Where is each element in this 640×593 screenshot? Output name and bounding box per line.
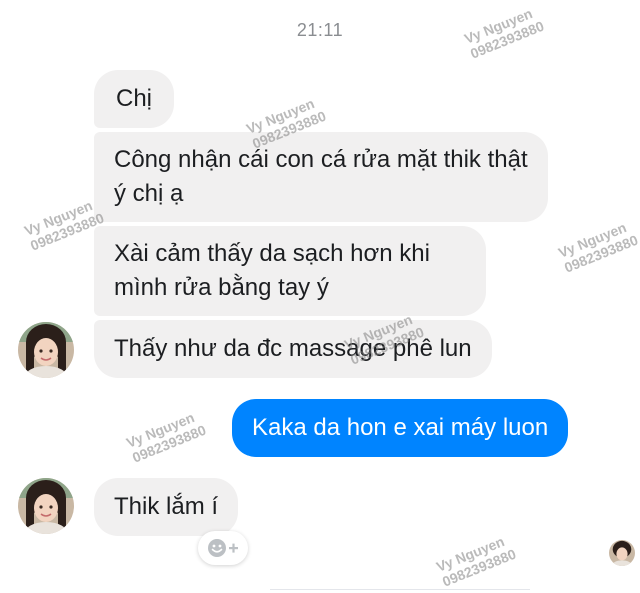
watermark: Vy Nguyen 0982393880 — [434, 533, 519, 590]
avatar-photo-icon — [609, 540, 635, 566]
message-text: Thấy như da đc massage phê lun — [114, 335, 472, 362]
seen-receipt-avatar — [609, 540, 635, 566]
incoming-message-bubble[interactable]: Thik lắm í — [94, 478, 239, 536]
outgoing-message-bubble[interactable]: Kaka da hon e xai máy luon — [232, 399, 569, 457]
message-timestamp: 21:11 — [296, 20, 344, 40]
smiley-plus-icon — [208, 539, 238, 557]
message-text: Thik lắm í — [114, 493, 219, 520]
contact-avatar[interactable] — [18, 322, 74, 378]
composer-divider — [0, 587, 640, 593]
incoming-message-bubble[interactable]: Xài cảm thấy da sạch hơn khi mình rửa bằ… — [94, 226, 486, 316]
message-text: Xài cảm thấy da sạch hơn khi mình rửa bằ… — [114, 240, 430, 301]
message-text: Công nhận cái con cá rửa mặt thik thật ý… — [114, 146, 528, 207]
message-text: Kaka da hon e xai máy luon — [252, 414, 549, 441]
avatar-photo-icon — [18, 322, 74, 378]
watermark: Vy Nguyen 0982393880 — [124, 409, 209, 466]
contact-avatar[interactable] — [18, 478, 74, 534]
incoming-message-bubble[interactable]: Chị — [94, 70, 175, 128]
message-text: Chị — [116, 85, 153, 112]
incoming-message-bubble[interactable]: Thấy như da đc massage phê lun — [94, 320, 492, 378]
watermark: Vy Nguyen 0982393880 — [556, 219, 640, 276]
incoming-message-bubble[interactable]: Công nhận cái con cá rửa mặt thik thật ý… — [94, 132, 548, 222]
avatar-photo-icon — [18, 478, 74, 534]
add-reaction-button[interactable] — [198, 531, 248, 565]
